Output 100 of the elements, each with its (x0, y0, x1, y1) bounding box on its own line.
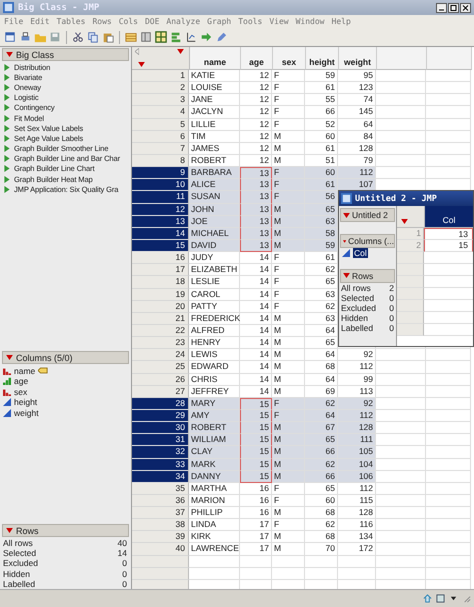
table-row[interactable]: 4 JACLYN 12 F 66 145 (132, 106, 474, 119)
columns-icon[interactable] (140, 31, 152, 43)
row-number[interactable]: 14 (132, 228, 189, 240)
panel-header[interactable]: Rows (340, 268, 395, 282)
menu-item[interactable]: Cols (118, 17, 138, 26)
menu-triangle-icon[interactable] (343, 238, 346, 244)
table-row[interactable]: 2 LOUISE 12 F 61 123 (132, 82, 474, 94)
row-number[interactable]: 13 (132, 216, 189, 228)
printer-icon[interactable] (19, 31, 31, 43)
menu-item[interactable]: Graph (207, 17, 232, 26)
table-row[interactable]: 24 LEWIS 14 M 64 92 (132, 349, 474, 362)
menu-triangle-icon[interactable] (343, 212, 350, 218)
column-header[interactable]: name (190, 47, 241, 70)
column-header[interactable]: Col (425, 206, 473, 228)
table-row[interactable]: 9 BARBARA 13 F 60 112 (132, 167, 474, 180)
scissors-icon[interactable] (72, 31, 84, 43)
row-number[interactable]: 40 (132, 543, 189, 556)
row-number[interactable]: 36 (132, 494, 189, 508)
row-number[interactable]: 16 (132, 252, 189, 264)
menu-item[interactable]: Window (296, 17, 324, 26)
menu-triangle-icon[interactable] (401, 219, 408, 224)
panel-header[interactable]: Columns (5/0) (2, 351, 129, 364)
row-number[interactable]: 18 (132, 276, 189, 289)
row-number[interactable]: 24 (132, 349, 189, 362)
column-header[interactable]: height (306, 47, 339, 70)
left-arrow-icon[interactable] (135, 48, 139, 55)
row-number[interactable]: 33 (132, 458, 189, 471)
row-number[interactable]: 8 (132, 154, 189, 168)
copy-icon[interactable] (87, 31, 99, 43)
menu-item[interactable]: Tools (238, 17, 262, 26)
row-number[interactable]: 20 (132, 300, 189, 313)
table-row[interactable]: 5 LILLIE 12 F 52 64 (132, 118, 474, 131)
column-header[interactable]: weight (339, 47, 377, 70)
table-row[interactable]: 38 LINDA 17 F 62 116 (132, 519, 474, 532)
row-number[interactable]: 17 (132, 264, 189, 276)
paste-icon[interactable] (102, 31, 114, 43)
row-number[interactable]: 19 (132, 288, 189, 301)
menu-item[interactable]: Rows (92, 17, 112, 26)
column-item[interactable]: sex (0, 386, 131, 397)
window-icon[interactable] (436, 594, 445, 603)
panel-header[interactable]: Big Class (2, 48, 129, 61)
table-icon[interactable] (125, 31, 137, 43)
row-number[interactable]: 10 (132, 179, 189, 192)
row-number[interactable]: 9 (132, 167, 189, 180)
row-number[interactable]: 1 (132, 70, 189, 82)
row-number[interactable]: 31 (132, 434, 189, 446)
row-number[interactable]: 15 (132, 240, 189, 252)
table-row[interactable]: 34 DANNY 15 M 66 106 (132, 470, 474, 483)
row-number[interactable]: 23 (132, 337, 189, 350)
row-number[interactable]: 32 (132, 446, 189, 458)
new-table-icon[interactable] (4, 31, 16, 43)
menu-triangle-icon[interactable] (343, 273, 350, 278)
row-number[interactable]: 34 (132, 470, 189, 483)
menu-item[interactable]: Edit (30, 17, 50, 26)
caret-icon[interactable] (449, 594, 458, 603)
column-item[interactable]: weight (0, 407, 131, 418)
row-number[interactable]: 3 (132, 94, 189, 106)
panel-header[interactable]: Columns (... (340, 234, 395, 248)
menu-item[interactable]: View (269, 17, 289, 26)
row-number[interactable]: 12 (132, 204, 189, 216)
column-header[interactable]: age (241, 47, 273, 70)
table-row[interactable]: 26 CHRIS 14 M 64 99 (132, 374, 474, 386)
menu-triangle-icon[interactable] (6, 355, 13, 360)
table-row[interactable]: 28 MARY 15 F 62 92 (132, 398, 474, 410)
menu-triangle-icon[interactable] (138, 62, 145, 67)
row-number[interactable]: 26 (132, 374, 189, 386)
table-row[interactable]: 40 LAWRENCE 17 M 70 172 (132, 543, 474, 556)
table-row[interactable]: 3 JANE 12 F 55 74 (132, 94, 474, 106)
table-row[interactable]: 35 MARTHA 16 F 65 112 (132, 482, 474, 495)
table-row[interactable]: 33 MARK 15 M 62 104 (132, 458, 474, 471)
axis-icon[interactable] (185, 31, 197, 43)
row-number[interactable]: 27 (132, 386, 189, 398)
row-number[interactable]: 25 (132, 361, 189, 374)
table-row[interactable]: 31 WILLIAM 15 M 65 111 (132, 434, 474, 446)
table-row[interactable]: 30 ROBERT 15 M 67 128 (132, 422, 474, 434)
row-number[interactable]: 35 (132, 482, 189, 495)
row-number[interactable]: 29 (132, 410, 189, 422)
row-number[interactable]: 37 (132, 507, 189, 520)
menu-item[interactable]: DOE (144, 17, 160, 26)
row-number[interactable]: 38 (132, 519, 189, 532)
table-row[interactable]: 36 MARION 16 F 60 115 (132, 494, 474, 508)
table-row[interactable]: 32 CLAY 15 M 66 105 (132, 446, 474, 458)
maximize-icon[interactable] (448, 2, 459, 12)
row-number[interactable]: 21 (132, 312, 189, 325)
table-row[interactable]: 6 TIM 12 M 60 84 (132, 130, 474, 143)
column-item[interactable]: age (0, 376, 131, 386)
menu-triangle-icon[interactable] (177, 49, 184, 54)
row-number[interactable]: 22 (132, 324, 189, 338)
column-item[interactable]: name (0, 365, 131, 376)
pencil-icon[interactable] (215, 31, 227, 43)
table-row[interactable]: 1 KATIE 12 F 59 95 (132, 70, 474, 82)
row-number[interactable]: 5 (132, 118, 189, 131)
panel-header[interactable]: Untitled 2 (340, 208, 395, 222)
row-number[interactable]: 2 (132, 82, 189, 94)
menu-item[interactable]: Analyze (166, 17, 200, 26)
row-number[interactable]: 28 (132, 398, 189, 410)
column-header[interactable]: sex (273, 47, 306, 70)
row-number[interactable]: 30 (132, 422, 189, 434)
row-number[interactable]: 11 (132, 191, 189, 204)
menu-item[interactable]: Tables (56, 17, 86, 26)
